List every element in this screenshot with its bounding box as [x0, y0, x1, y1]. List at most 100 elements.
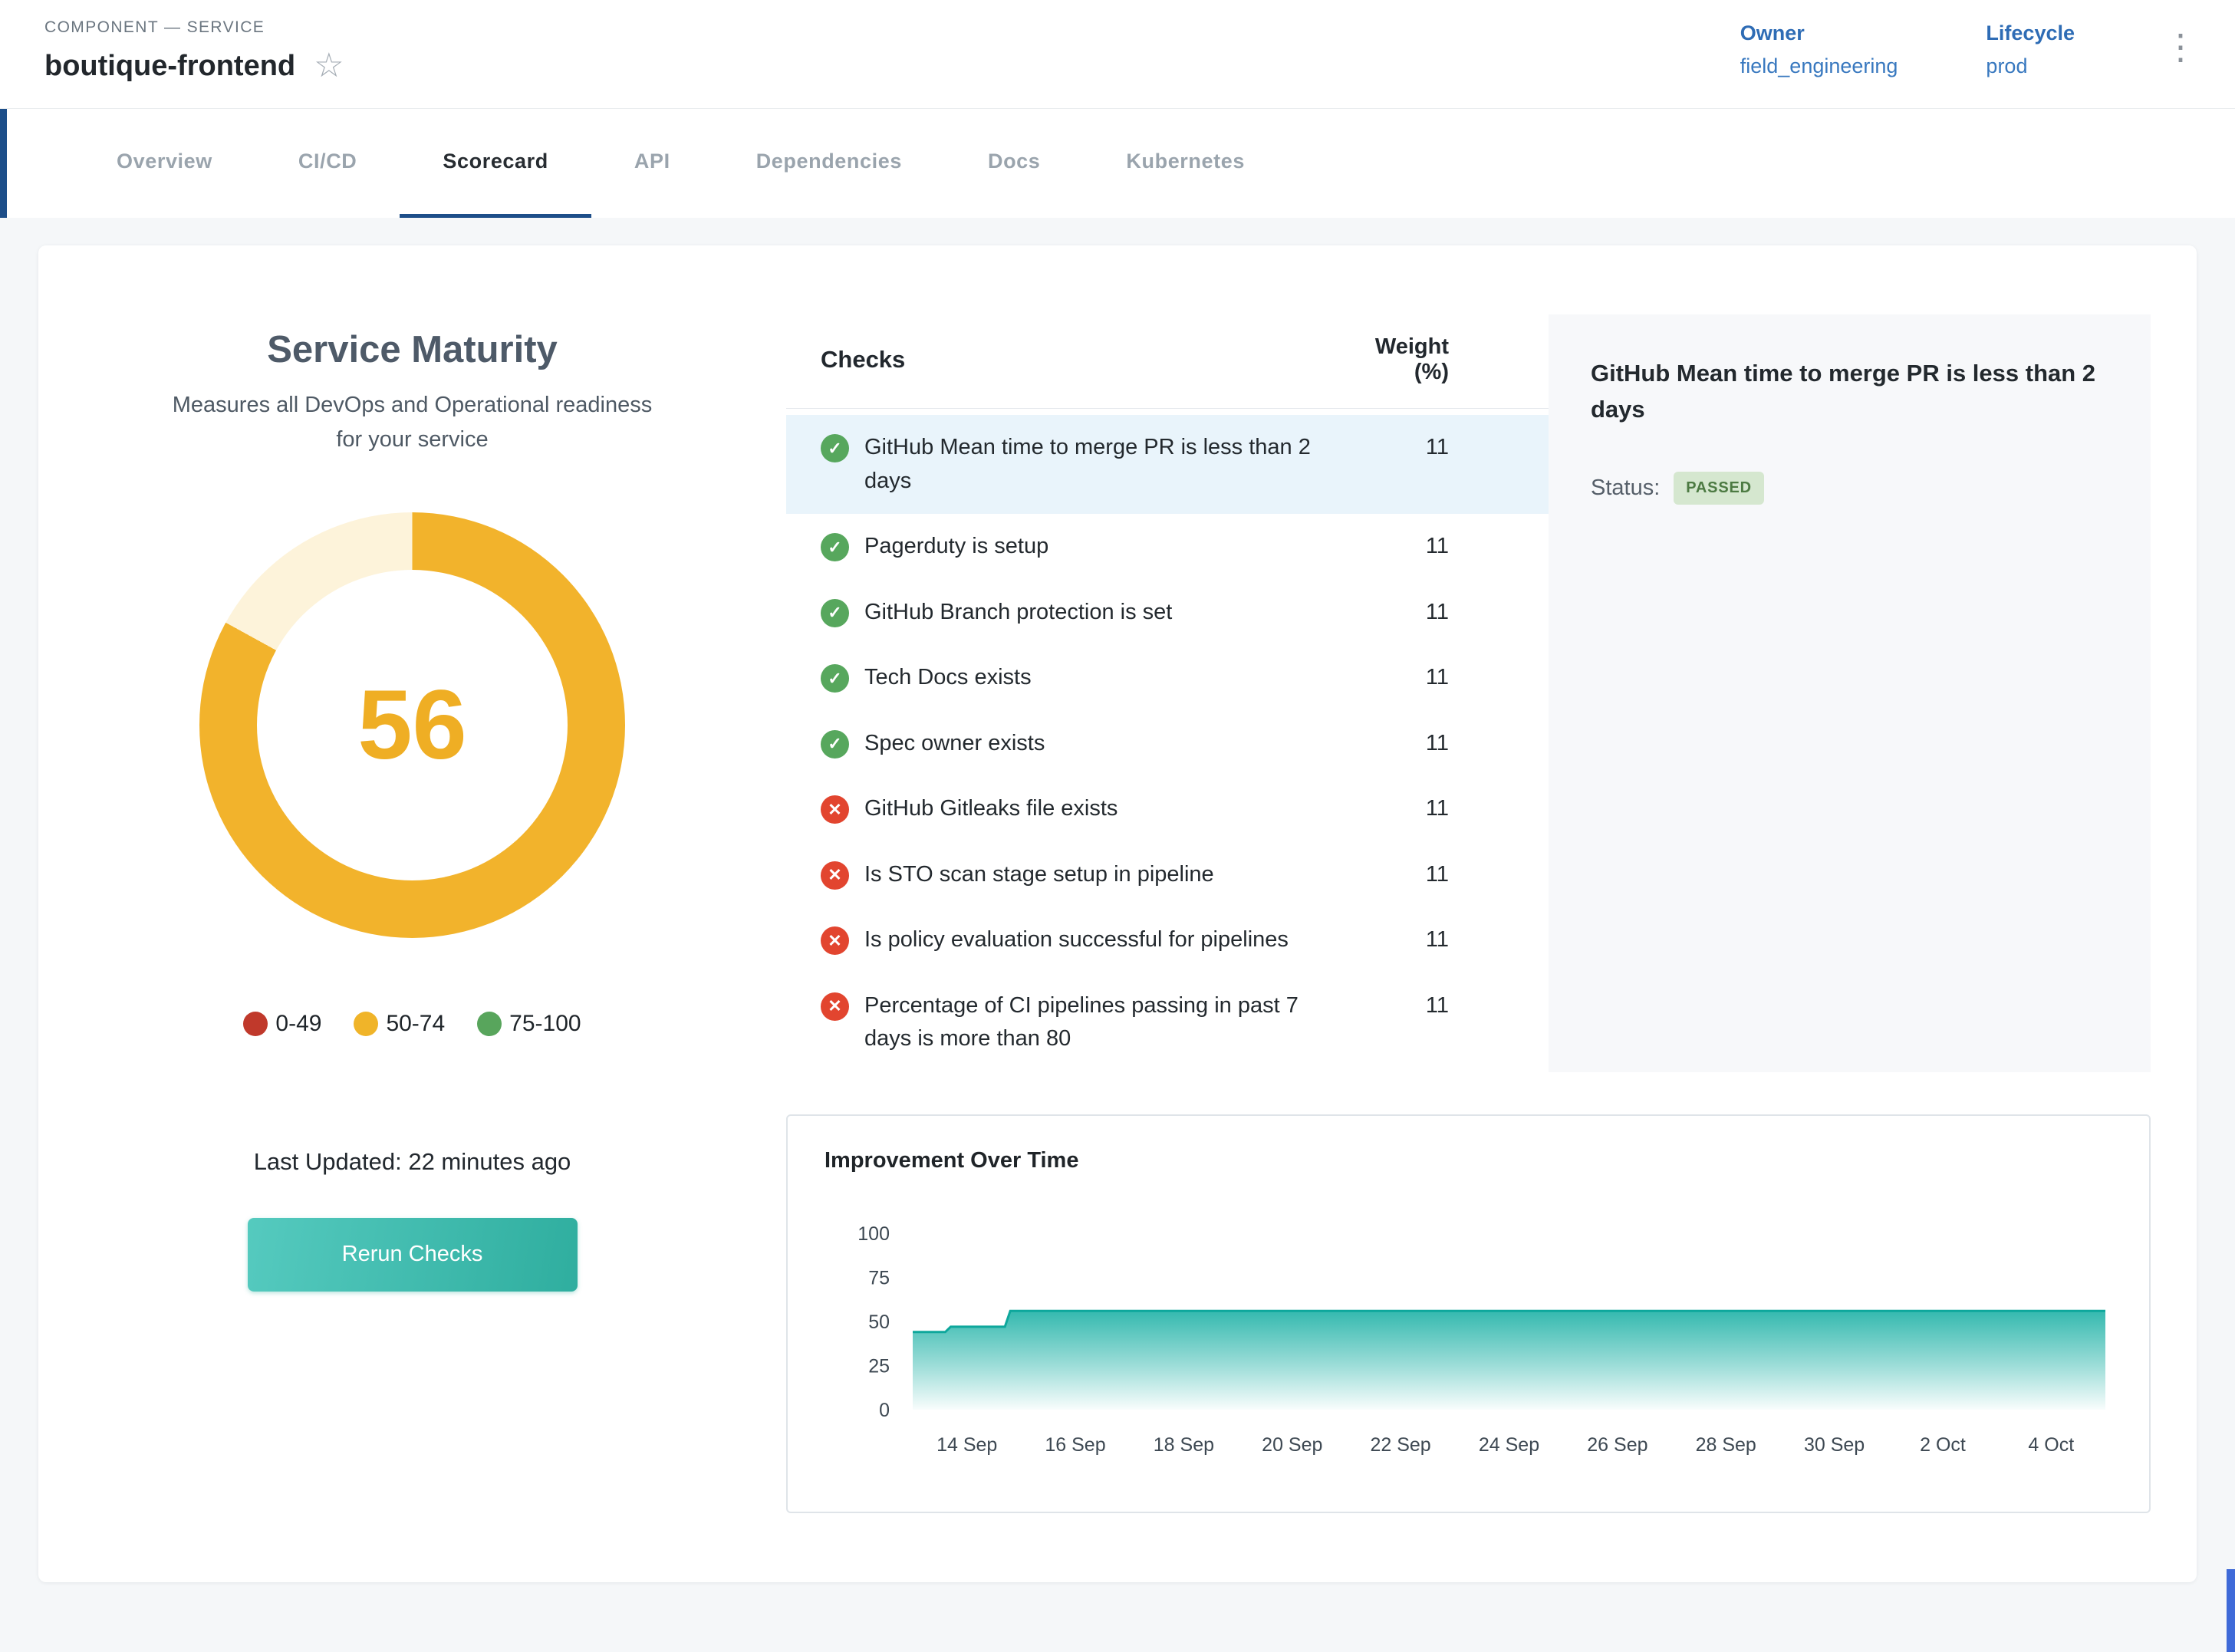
check-failed-icon: ✕	[821, 992, 849, 1021]
check-weight: 11	[1361, 989, 1549, 1023]
check-weight: 11	[1361, 792, 1549, 826]
status-badge: PASSED	[1674, 472, 1764, 505]
tabs-left-accent-bar	[0, 109, 7, 218]
kebab-menu-icon[interactable]: ⋮	[2163, 29, 2198, 64]
check-label: GitHub Mean time to merge PR is less tha…	[864, 431, 1361, 498]
scrollbar-thumb[interactable]	[2227, 1569, 2235, 1652]
check-passed-icon: ✓	[821, 533, 849, 561]
last-updated-text: Last Updated: 22 minutes ago	[254, 1148, 571, 1176]
check-label: Pagerduty is setup	[864, 530, 1361, 564]
owner-block: Owner field_engineering	[1740, 21, 1898, 78]
svg-text:2 Oct: 2 Oct	[1920, 1434, 1966, 1456]
check-failed-icon: ✕	[821, 795, 849, 824]
check-label: GitHub Gitleaks file exists	[864, 792, 1361, 826]
check-row[interactable]: ✓ GitHub Branch protection is set11	[786, 580, 1549, 646]
checks-table-header: Checks Weight (%)	[786, 314, 1549, 409]
service-maturity-panel: Service Maturity Measures all DevOps and…	[38, 314, 786, 1513]
tab-api[interactable]: API	[591, 109, 713, 218]
tab-ci-cd[interactable]: CI/CD	[255, 109, 400, 218]
check-row[interactable]: ✓ Spec owner exists11	[786, 711, 1549, 777]
check-label: Tech Docs exists	[864, 661, 1361, 695]
check-detail-title: GitHub Mean time to merge PR is less tha…	[1591, 356, 2108, 427]
legend-dot-icon	[243, 1012, 268, 1036]
check-weight: 11	[1361, 431, 1549, 465]
lifecycle-label: Lifecycle	[1986, 21, 2075, 45]
check-row[interactable]: ✕ Is STO scan stage setup in pipeline11	[786, 842, 1549, 908]
check-row[interactable]: ✓Pagerduty is setup11	[786, 514, 1549, 580]
maturity-score: 56	[357, 669, 466, 782]
tab-overview[interactable]: Overview	[74, 109, 255, 218]
check-row[interactable]: ✕Is policy evaluation successful for pip…	[786, 907, 1549, 973]
check-weight: 11	[1361, 596, 1549, 630]
legend-item: 75-100	[477, 1011, 581, 1037]
svg-text:75: 75	[868, 1267, 890, 1288]
header-left: COMPONENT — SERVICE boutique-frontend ☆	[44, 18, 344, 108]
weight-column-header: Weight (%)	[1361, 334, 1549, 385]
checks-table: Checks Weight (%) ✓ GitHub Mean time to m…	[786, 314, 1549, 1072]
check-failed-icon: ✕	[821, 861, 849, 890]
check-passed-icon: ✓	[821, 434, 849, 462]
tab-docs[interactable]: Docs	[945, 109, 1083, 218]
check-detail-panel: GitHub Mean time to merge PR is less tha…	[1549, 314, 2151, 1072]
checks-column-header: Checks	[821, 346, 1361, 374]
breadcrumb: COMPONENT — SERVICE	[44, 18, 344, 37]
improvement-chart-svg: 025507510014 Sep16 Sep18 Sep20 Sep22 Sep…	[825, 1180, 2113, 1496]
check-passed-icon: ✓	[821, 599, 849, 627]
improvement-chart: 025507510014 Sep16 Sep18 Sep20 Sep22 Sep…	[825, 1180, 2118, 1499]
svg-text:4 Oct: 4 Oct	[2028, 1434, 2074, 1456]
status-label: Status:	[1591, 476, 1660, 501]
svg-text:50: 50	[868, 1311, 890, 1333]
scorecard-card: Service Maturity Measures all DevOps and…	[38, 245, 2197, 1582]
lifecycle-value: prod	[1986, 54, 2075, 78]
check-label: Spec owner exists	[864, 727, 1361, 761]
scorecard-title: Service Maturity	[267, 328, 558, 371]
legend-dot-icon	[354, 1012, 378, 1036]
svg-text:26 Sep: 26 Sep	[1587, 1434, 1647, 1456]
legend-item: 0-49	[243, 1011, 321, 1037]
check-label: Is STO scan stage setup in pipeline	[864, 858, 1361, 892]
maturity-donut-hole: 56	[257, 570, 568, 880]
scorecard-subtitle: Measures all DevOps and Operational read…	[160, 388, 666, 457]
check-label: GitHub Branch protection is set	[864, 596, 1361, 630]
check-passed-icon: ✓	[821, 730, 849, 759]
svg-text:18 Sep: 18 Sep	[1154, 1434, 1214, 1456]
legend-label: 75-100	[509, 1011, 581, 1037]
svg-text:28 Sep: 28 Sep	[1696, 1434, 1756, 1456]
check-weight: 11	[1361, 661, 1549, 695]
check-weight: 11	[1361, 858, 1549, 892]
lifecycle-block: Lifecycle prod	[1986, 21, 2075, 78]
tab-scorecard[interactable]: Scorecard	[400, 109, 591, 218]
score-legend: 0-49 50-74 75-100	[243, 1011, 581, 1037]
legend-label: 0-49	[275, 1011, 321, 1037]
tabs: OverviewCI/CDScorecardAPIDependenciesDoc…	[0, 109, 2235, 218]
check-failed-icon: ✕	[821, 926, 849, 955]
favorite-star-icon[interactable]: ☆	[314, 49, 344, 83]
legend-item: 50-74	[354, 1011, 445, 1037]
check-row[interactable]: ✕ GitHub Gitleaks file exists11	[786, 776, 1549, 842]
page-header: COMPONENT — SERVICE boutique-frontend ☆ …	[0, 0, 2235, 109]
svg-text:16 Sep: 16 Sep	[1045, 1434, 1105, 1456]
tab-kubernetes[interactable]: Kubernetes	[1083, 109, 1288, 218]
owner-value-link[interactable]: field_engineering	[1740, 54, 1898, 78]
maturity-donut: 56	[199, 512, 625, 938]
owner-label: Owner	[1740, 21, 1898, 45]
svg-text:20 Sep: 20 Sep	[1262, 1434, 1322, 1456]
check-passed-icon: ✓	[821, 664, 849, 693]
header-meta: Owner field_engineering Lifecycle prod ⋮	[1740, 18, 2198, 108]
checks-and-detail: Checks Weight (%) ✓ GitHub Mean time to m…	[786, 314, 2151, 1513]
check-row[interactable]: ✓ GitHub Mean time to merge PR is less th…	[786, 415, 1549, 514]
main-area: Service Maturity Measures all DevOps and…	[0, 218, 2235, 1582]
svg-text:100: 100	[857, 1223, 890, 1245]
svg-text:14 Sep: 14 Sep	[936, 1434, 997, 1456]
rerun-checks-button[interactable]: Rerun Checks	[248, 1218, 578, 1292]
svg-text:25: 25	[868, 1355, 890, 1377]
improvement-chart-card: Improvement Over Time 025507510014 Sep16…	[786, 1114, 2151, 1513]
check-weight: 11	[1361, 727, 1549, 761]
tab-dependencies[interactable]: Dependencies	[713, 109, 945, 218]
check-row[interactable]: ✓ Tech Docs exists11	[786, 645, 1549, 711]
check-label: Percentage of CI pipelines passing in pa…	[864, 989, 1361, 1056]
svg-text:24 Sep: 24 Sep	[1479, 1434, 1539, 1456]
page-title: boutique-frontend	[44, 50, 295, 83]
check-row[interactable]: ✕ Percentage of CI pipelines passing in p…	[786, 973, 1549, 1072]
check-weight: 11	[1361, 923, 1549, 957]
